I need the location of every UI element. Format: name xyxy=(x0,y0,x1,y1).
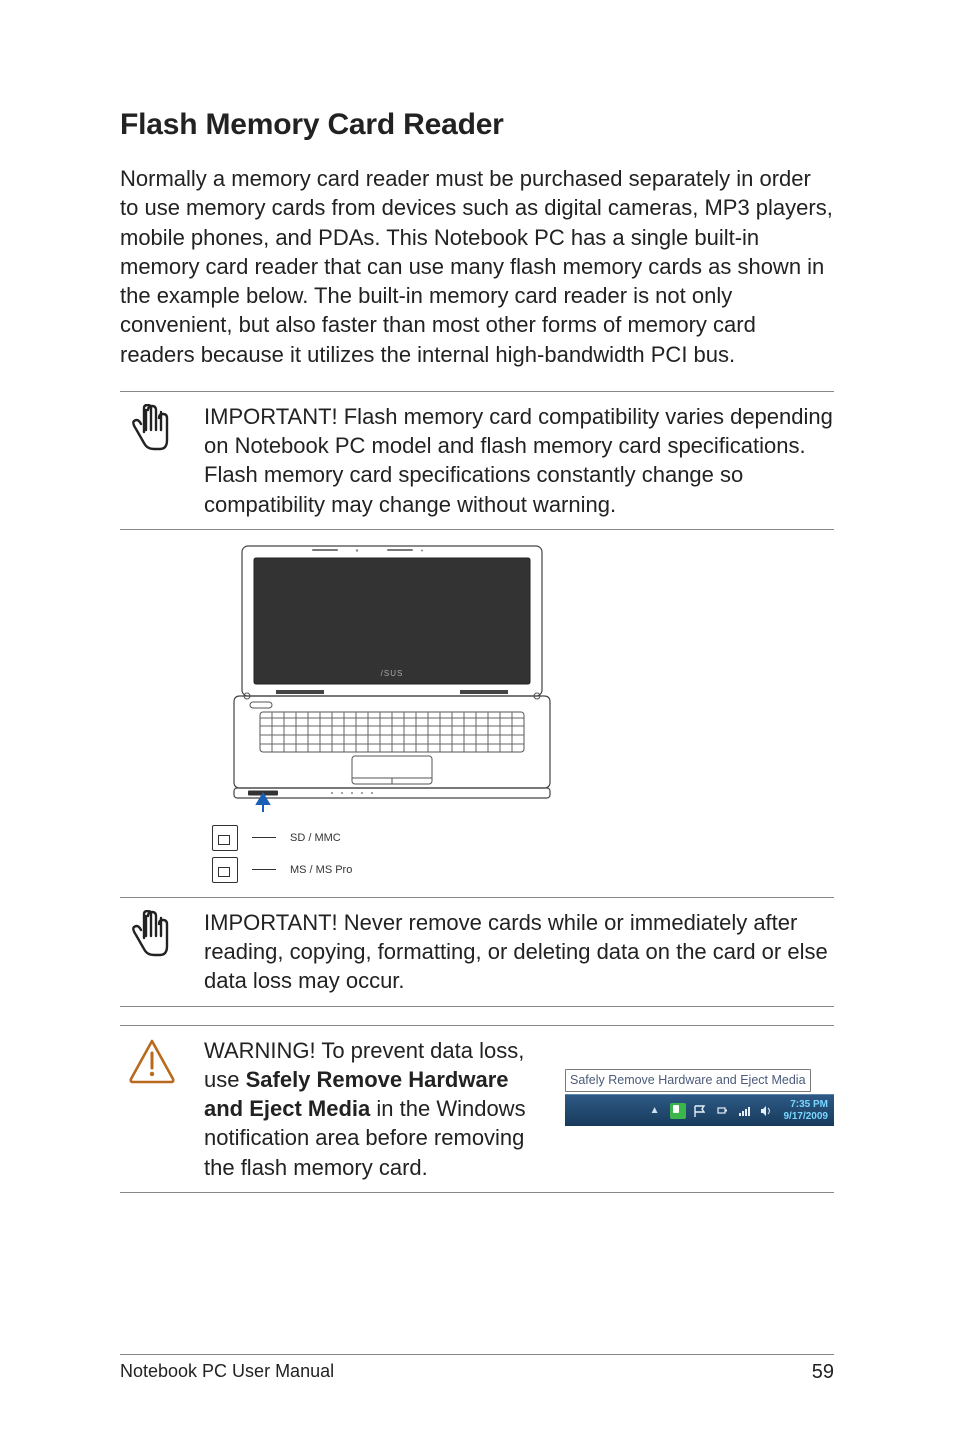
taskbar-screenshot: Safely Remove Hardware and Eject Media ▲ xyxy=(565,1036,834,1127)
sd-card-icon xyxy=(212,825,238,851)
tray-overflow-icon: ▲ xyxy=(646,1104,664,1117)
section-heading: Flash Memory Card Reader xyxy=(120,108,834,142)
flag-icon xyxy=(692,1103,708,1119)
hand-stop-icon xyxy=(120,908,184,962)
label-leader-line xyxy=(252,869,276,870)
important-text-1: IMPORTANT! Flash memory card compatibili… xyxy=(204,402,834,519)
footer-title: Notebook PC User Manual xyxy=(120,1361,334,1384)
important-callout-2: IMPORTANT! Never remove cards while or i… xyxy=(120,897,834,1007)
page-number: 59 xyxy=(812,1361,834,1384)
power-icon xyxy=(714,1103,730,1119)
volume-icon xyxy=(758,1103,774,1119)
important-text-2: IMPORTANT! Never remove cards while or i… xyxy=(204,908,834,996)
warning-triangle-icon xyxy=(120,1036,184,1084)
important-callout-1: IMPORTANT! Flash memory card compatibili… xyxy=(120,391,834,530)
card-slot-labels: SD / MMC MS / MS Pro xyxy=(212,825,834,883)
ms-label: MS / MS Pro xyxy=(290,864,352,876)
tray-tooltip: Safely Remove Hardware and Eject Media xyxy=(565,1069,811,1093)
system-clock: 7:35 PM 9/17/2009 xyxy=(780,1099,829,1122)
safely-remove-icon xyxy=(670,1103,686,1119)
clock-date: 9/17/2009 xyxy=(784,1111,829,1123)
ms-card-icon xyxy=(212,857,238,883)
laptop-illustration: /SUS xyxy=(212,544,834,883)
network-icon xyxy=(736,1103,752,1119)
label-leader-line xyxy=(252,837,276,838)
clock-time: 7:35 PM xyxy=(784,1099,829,1111)
sd-label: SD / MMC xyxy=(290,832,341,844)
warning-callout: WARNING! To prevent data loss, use Safel… xyxy=(120,1025,834,1193)
hand-stop-icon xyxy=(120,402,184,456)
svg-text:/SUS: /SUS xyxy=(381,669,404,678)
warning-text-block: WARNING! To prevent data loss, use Safel… xyxy=(204,1036,834,1182)
page-footer: Notebook PC User Manual 59 xyxy=(120,1354,834,1384)
body-paragraph: Normally a memory card reader must be pu… xyxy=(120,164,834,369)
